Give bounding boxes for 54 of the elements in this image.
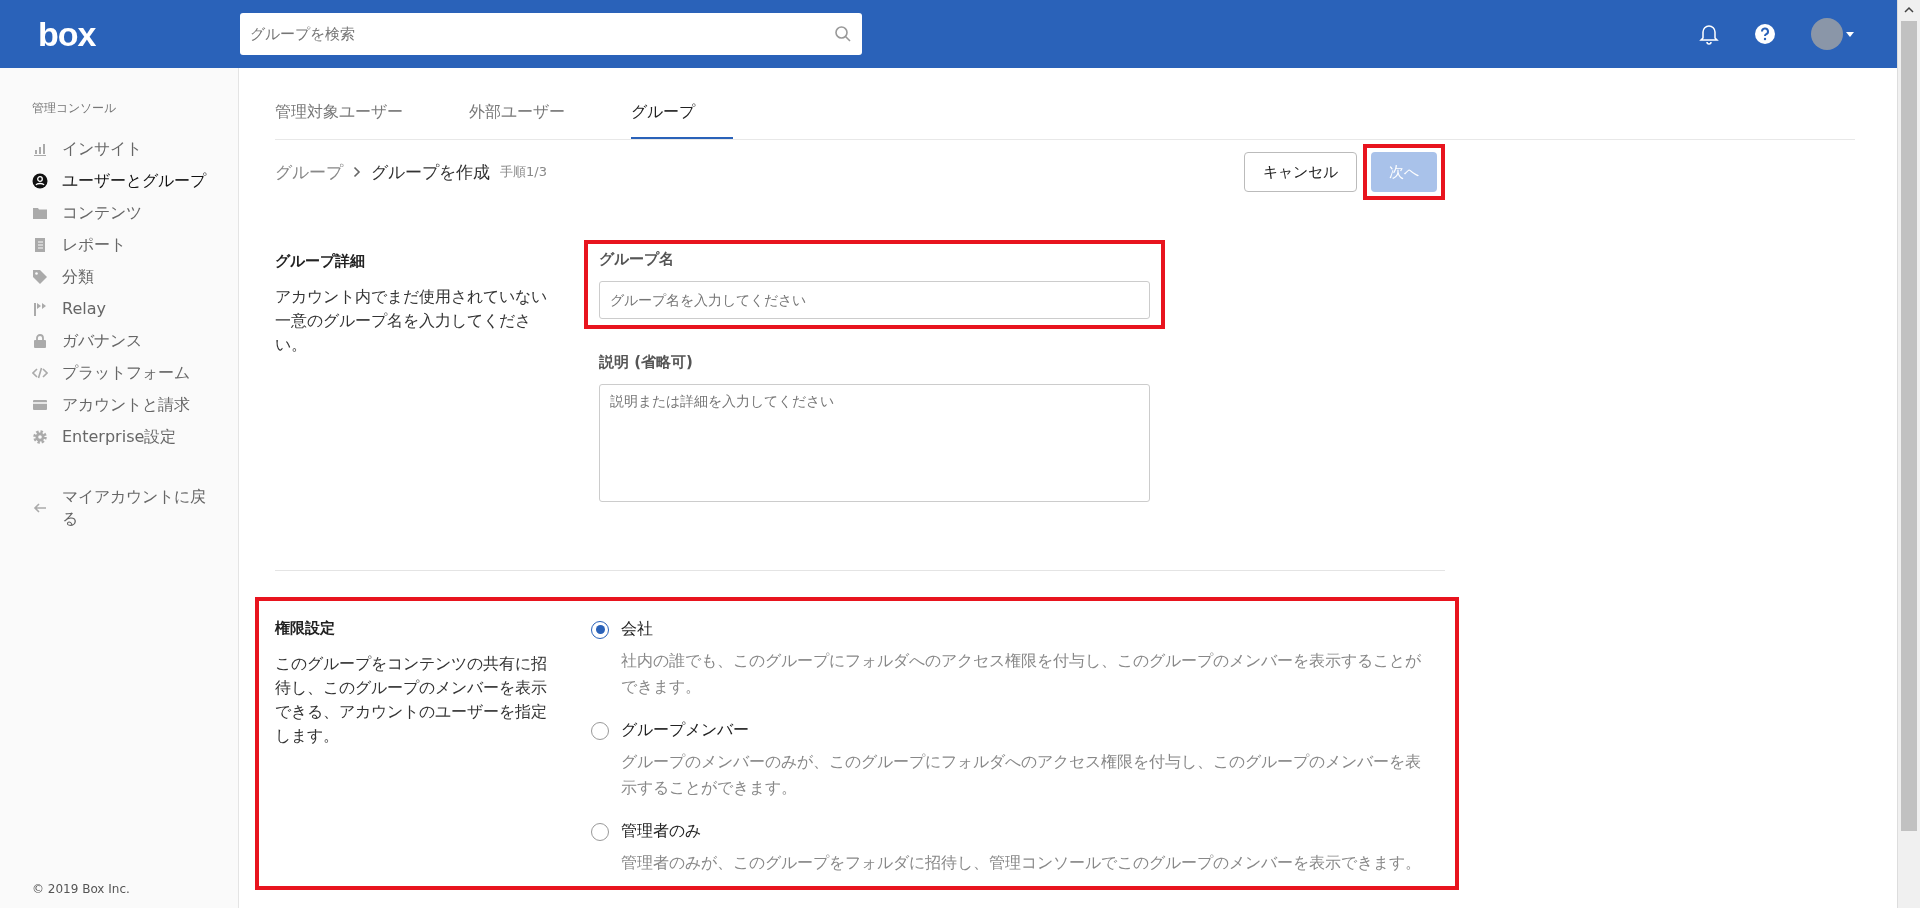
sidebar-item[interactable]: Relay (32, 293, 238, 325)
option-label: 管理者のみ (621, 821, 701, 842)
step-indicator: 手順1/3 (500, 163, 547, 181)
lock-icon (32, 333, 48, 349)
sidebar-item[interactable]: ガバナンス (32, 325, 238, 357)
tab[interactable]: グループ (631, 92, 733, 139)
search-field[interactable]: グループを検索 (240, 13, 862, 55)
bell-icon[interactable] (1699, 23, 1719, 45)
credit-card-icon (32, 397, 48, 413)
tab[interactable]: 外部ユーザー (469, 92, 565, 139)
sidebar-item[interactable]: プラットフォーム (32, 357, 238, 389)
option-description: 社内の誰でも、このグループにフォルダへのアクセス権限を付与し、このグループのメンバーを表示することができます。 (621, 651, 1422, 698)
section-title: 権限設定 (275, 619, 336, 638)
gear-icon (32, 429, 48, 445)
option-description: 管理者のみが、このグループをフォルダに招待し、管理コンソールでこのグループのメンバーを表示できます。 (621, 853, 1422, 874)
textarea-field[interactable]: 説明または詳細を入力してください (599, 384, 1150, 502)
sidebar-item[interactable]: コンテンツ (32, 197, 238, 229)
option-label: 会社 (621, 619, 653, 640)
logo[interactable]: box (38, 14, 240, 54)
sidebar-item[interactable]: アカウントと請求 (32, 389, 238, 421)
cancel-button[interactable]: キャンセル (1244, 152, 1357, 192)
field-label: グループ名 (599, 250, 675, 269)
flag-icon (32, 301, 48, 317)
section-description: アカウント内でまだ使用されていない一意のグループ名を入力してください。 (275, 286, 548, 356)
section-description: このグループをコンテンツの共有に招待し、このグループのメンバーを表示できる、アカウントのユーザーを指定します。 (275, 653, 548, 747)
option-description: グループのメンバーのみが、このグループにフォルダへのアクセス権限を付与し、このグループのメンバーを表示することができます。 (621, 752, 1422, 799)
help-icon[interactable] (1755, 24, 1775, 44)
breadcrumb-link[interactable]: グループ (275, 160, 343, 184)
user-icon (32, 173, 48, 189)
sidebar-item[interactable]: ユーザーとグループ (32, 165, 238, 197)
scrollbar[interactable] (1897, 0, 1920, 908)
code-icon (32, 365, 48, 381)
scroll-up-icon[interactable] (1904, 6, 1914, 13)
tab[interactable]: 管理対象ユーザー (275, 92, 403, 139)
option-label: グループメンバー (621, 720, 749, 741)
caret-icon[interactable] (1846, 31, 1854, 37)
search-icon[interactable] (834, 25, 852, 43)
section-title: グループ詳細 (275, 252, 366, 271)
tag-icon (32, 269, 48, 285)
field-label: 説明 (省略可) (599, 353, 694, 372)
bar-chart-icon (32, 141, 48, 157)
sidebar-item[interactable]: 分類 (32, 261, 238, 293)
scrollbar-thumb[interactable] (1901, 21, 1917, 831)
sidebar-item[interactable]: インサイト (32, 133, 238, 165)
back-link[interactable]: マイアカウントに戻る (32, 481, 238, 535)
chevron-right-icon (353, 166, 361, 178)
page-title: グループを作成 (371, 160, 490, 184)
sidebar-item[interactable]: レポート (32, 229, 238, 261)
sidebar-heading: 管理コンソール (32, 100, 117, 117)
sidebar-item[interactable]: Enterprise設定 (32, 421, 238, 453)
document-icon (32, 237, 48, 253)
copyright: © 2019 Box Inc. (32, 882, 131, 896)
folder-icon (32, 205, 48, 221)
input-field[interactable]: グループ名を入力してください (599, 281, 1150, 319)
